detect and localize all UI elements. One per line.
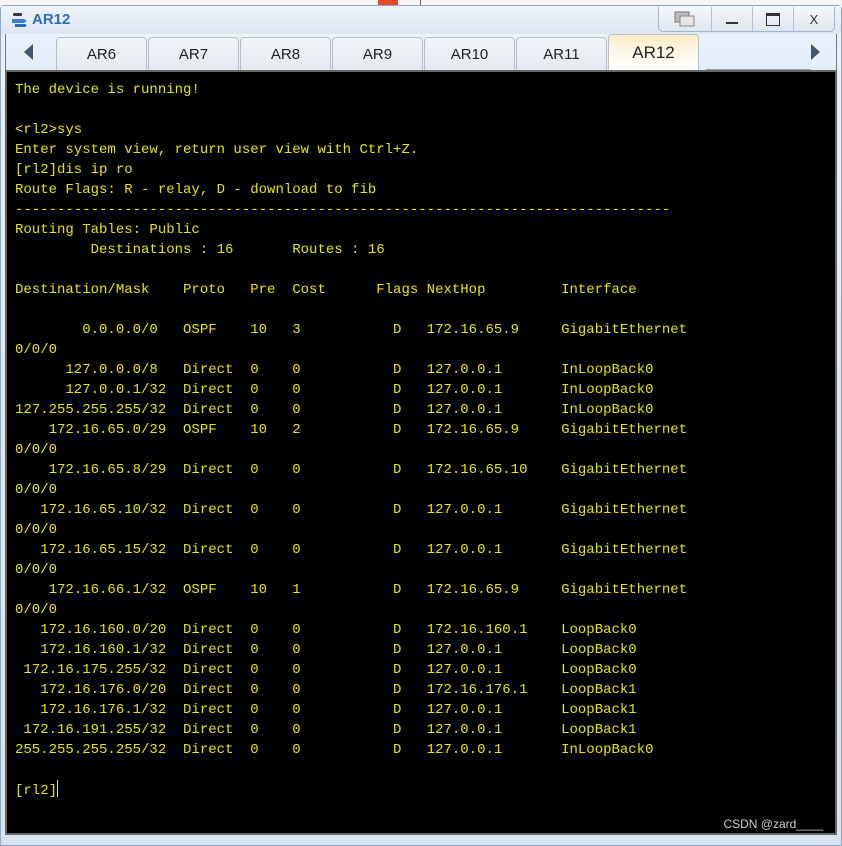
overlap-windows-icon — [674, 11, 695, 27]
terminal-line: 0/0/0 — [15, 442, 58, 458]
terminal-line: 172.16.176.0/20 Direct 0 0 D 172.16.176.… — [40, 682, 637, 698]
terminal-line: 172.16.191.255/32 Direct 0 0 D 127.0.0.1… — [23, 722, 637, 738]
terminal-line: 172.16.160.0/20 Direct 0 0 D 172.16.160.… — [40, 622, 637, 638]
terminal-line: 127.0.0.1/32 Direct 0 0 D 127.0.0.1 InLo… — [65, 382, 654, 398]
window-title: AR12 — [32, 11, 71, 28]
title-bar[interactable]: AR12 X — [1, 6, 841, 34]
tab-ar10[interactable]: AR10 — [424, 37, 515, 70]
terminal-line: 0/0/0 — [15, 342, 58, 358]
terminal-line: ----------------------------------------… — [15, 202, 671, 218]
maximize-button[interactable] — [752, 7, 793, 31]
minimize-icon — [726, 22, 738, 24]
tab-ar12[interactable]: AR12 — [608, 34, 699, 70]
terminal-line: Enter system view, return user view with… — [15, 142, 419, 158]
restore-layout-button[interactable] — [659, 7, 711, 31]
terminal-line: 127.255.255.255/32 Direct 0 0 D 127.0.0.… — [15, 402, 654, 418]
tab-ar7[interactable]: AR7 — [148, 37, 239, 70]
terminal-line: 172.16.65.8/29 Direct 0 0 D 172.16.65.10… — [48, 462, 688, 478]
device-tab-bar: AR6 AR7 AR8 AR9 AR10 AR11 AR12 — [5, 34, 837, 70]
tab-list: AR6 AR7 AR8 AR9 AR10 AR11 AR12 — [56, 34, 700, 70]
tab-ar9[interactable]: AR9 — [332, 37, 423, 70]
terminal-output-lines: The device is running! <rl2>sys Enter sy… — [15, 82, 687, 758]
terminal-console[interactable]: The device is running! <rl2>sys Enter sy… — [5, 70, 837, 835]
terminal-line: 127.0.0.0/8 Direct 0 0 D 127.0.0.1 InLoo… — [65, 362, 654, 378]
terminal-line: 172.16.65.0/29 OSPF 10 2 D 172.16.65.9 G… — [48, 422, 688, 438]
terminal-line: 172.16.176.1/32 Direct 0 0 D 127.0.0.1 L… — [40, 702, 637, 718]
terminal-line: 0/0/0 — [15, 482, 58, 498]
triangle-right-icon[interactable] — [811, 44, 820, 60]
terminal-line: 172.16.65.15/32 Direct 0 0 D 127.0.0.1 G… — [40, 542, 688, 558]
terminal-line: 0/0/0 — [15, 522, 58, 538]
command-prompt: [rl2] — [15, 783, 58, 799]
maximize-icon — [766, 12, 780, 26]
tab-ar11[interactable]: AR11 — [516, 37, 607, 70]
ensp-router-icon — [12, 13, 27, 27]
close-button[interactable]: X — [793, 7, 834, 31]
terminal-line: 172.16.66.1/32 OSPF 10 1 D 172.16.65.9 G… — [48, 582, 688, 598]
terminal-line: 255.255.255.255/32 Direct 0 0 D 127.0.0.… — [15, 742, 654, 758]
terminal-line: 172.16.160.1/32 Direct 0 0 D 127.0.0.1 L… — [40, 642, 637, 658]
terminal-line: [rl2]dis ip ro — [15, 162, 133, 178]
terminal-line: 0.0.0.0/0 OSPF 10 3 D 172.16.65.9 Gigabi… — [82, 322, 688, 338]
terminal-line: 0/0/0 — [15, 602, 58, 618]
terminal-line: Destinations : 16 Routes : 16 — [90, 242, 385, 258]
terminal-line: Destination/Mask Proto Pre Cost Flags Ne… — [15, 282, 637, 298]
triangle-left-icon[interactable] — [24, 44, 33, 60]
console-window: AR12 X AR6 AR7 AR8 AR9 AR10 AR11 AR12 Th… — [0, 5, 842, 846]
window-controls: X — [658, 7, 835, 32]
tab-ar8[interactable]: AR8 — [240, 37, 331, 70]
terminal-line: Routing Tables: Public — [15, 222, 200, 238]
text-cursor — [57, 780, 59, 797]
terminal-output: The device is running! <rl2>sys Enter sy… — [15, 80, 687, 801]
terminal-line: 0/0/0 — [15, 562, 58, 578]
terminal-line: 172.16.65.10/32 Direct 0 0 D 127.0.0.1 G… — [40, 502, 688, 518]
minimize-button[interactable] — [711, 7, 752, 31]
terminal-line: <rl2>sys — [15, 122, 83, 138]
close-icon: X — [809, 11, 819, 27]
terminal-line: 172.16.175.255/32 Direct 0 0 D 127.0.0.1… — [23, 662, 637, 678]
watermark: CSDN @zard____ — [723, 817, 823, 831]
terminal-line: Route Flags: R - relay, D - download to … — [15, 182, 377, 198]
tab-ar6[interactable]: AR6 — [56, 37, 147, 70]
terminal-line: The device is running! — [15, 82, 200, 98]
